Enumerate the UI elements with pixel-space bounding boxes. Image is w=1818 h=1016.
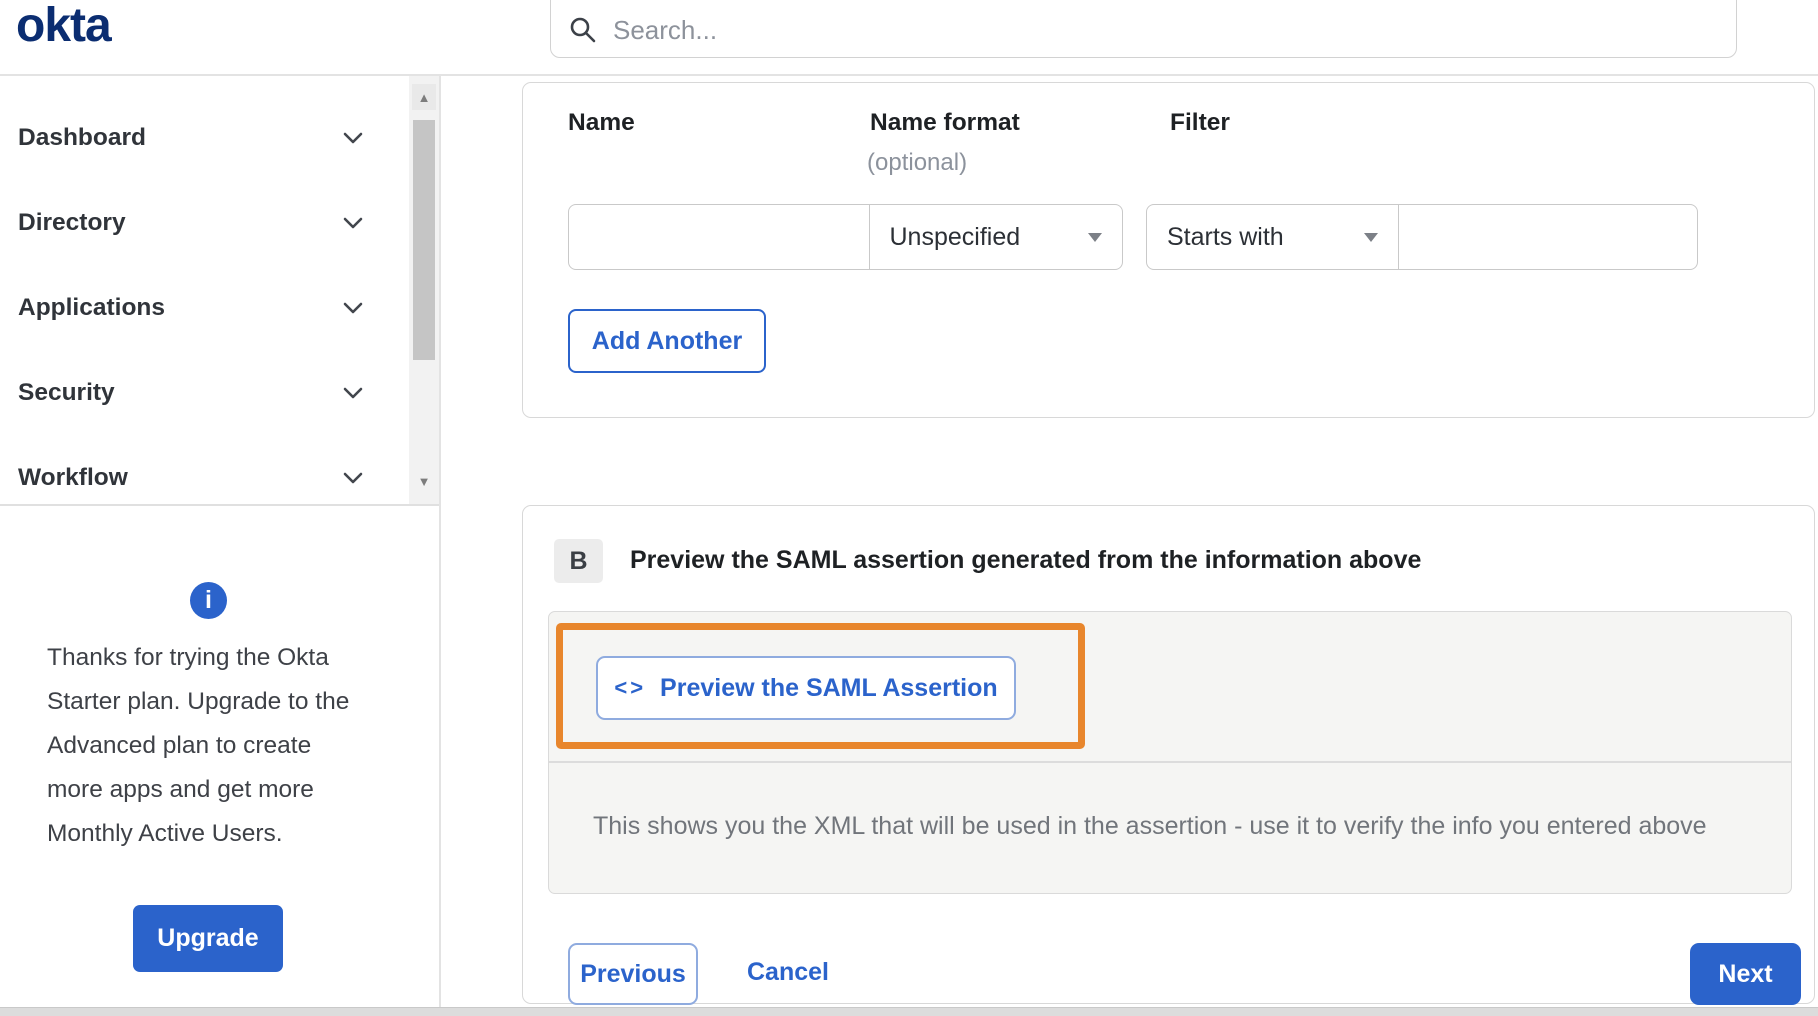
saml-preview-card: B Preview the SAML assertion generated f… [522, 505, 1815, 1005]
sidebar-item-workflow[interactable]: Workflow [18, 456, 363, 500]
section-b-badge: B [554, 539, 603, 583]
name-column-label: Name [568, 109, 635, 136]
sidebar-item-security[interactable]: Security [18, 371, 363, 415]
name-format-select[interactable]: Unspecified [868, 204, 1123, 270]
preview-saml-button-label: Preview the SAML Assertion [660, 673, 998, 702]
upgrade-button[interactable]: Upgrade [133, 905, 283, 972]
search-input[interactable] [611, 13, 1718, 47]
attribute-statements-card: Name Name format (optional) Filter Unspe… [522, 82, 1815, 418]
search-icon [570, 17, 596, 43]
chevron-down-icon [343, 302, 363, 314]
scroll-up-button[interactable]: ▲ [412, 84, 436, 110]
saml-preview-panel: This shows you the XML that will be used… [548, 611, 1792, 894]
previous-button[interactable]: Previous [568, 943, 698, 1005]
header-divider [0, 74, 1818, 76]
code-brackets-icon: <> [614, 675, 647, 700]
caret-down-icon [1087, 232, 1102, 242]
sidebar-divider [439, 75, 441, 1007]
filter-column-label: Filter [1170, 109, 1230, 136]
sidebar-item-label: Security [18, 379, 115, 406]
filter-type-selected-value: Starts with [1167, 222, 1284, 251]
filter-type-select[interactable]: Starts with [1146, 204, 1399, 270]
sidebar-item-applications[interactable]: Applications [18, 286, 363, 330]
info-icon: i [190, 582, 227, 619]
upgrade-message: Thanks for trying the Okta Starter plan.… [47, 644, 350, 847]
filter-value-input[interactable] [1397, 204, 1698, 270]
cancel-link[interactable]: Cancel [747, 958, 829, 987]
chevron-down-icon [343, 217, 363, 229]
add-another-button[interactable]: Add Another [568, 309, 766, 373]
global-search[interactable] [550, 0, 1737, 58]
name-format-selected-value: Unspecified [889, 222, 1021, 251]
name-format-column-label: Name format [870, 109, 1020, 136]
scroll-down-button[interactable]: ▼ [412, 468, 436, 494]
window-bottom-strip [0, 1007, 1818, 1016]
okta-logo: okta [16, 0, 112, 52]
sidebar-nav-divider [0, 504, 439, 506]
sidebar-item-label: Workflow [18, 464, 128, 491]
okta-admin-app: okta Dashboard Directory Applications Se… [0, 0, 1818, 1016]
name-format-optional-label: (optional) [867, 149, 968, 176]
sidebar-item-label: Dashboard [18, 124, 146, 151]
panel-divider [549, 761, 1791, 763]
sidebar-scrollbar[interactable]: ▲ ▼ [409, 76, 439, 504]
saml-preview-note: This shows you the XML that will be used… [593, 812, 1707, 840]
scrollbar-thumb[interactable] [413, 120, 435, 360]
caret-down-icon [1364, 232, 1378, 242]
chevron-down-icon [343, 472, 363, 484]
chevron-down-icon [343, 387, 363, 399]
sidebar-item-dashboard[interactable]: Dashboard [18, 116, 363, 160]
sidebar-item-directory[interactable]: Directory [18, 201, 363, 245]
preview-saml-assertion-button[interactable]: <> Preview the SAML Assertion [596, 656, 1016, 720]
section-b-title: Preview the SAML assertion generated fro… [630, 546, 1422, 574]
chevron-down-icon [343, 132, 363, 144]
sidebar-item-label: Directory [18, 209, 126, 236]
next-button[interactable]: Next [1690, 943, 1801, 1005]
attribute-name-input[interactable] [568, 204, 870, 270]
sidebar-item-label: Applications [18, 294, 166, 321]
